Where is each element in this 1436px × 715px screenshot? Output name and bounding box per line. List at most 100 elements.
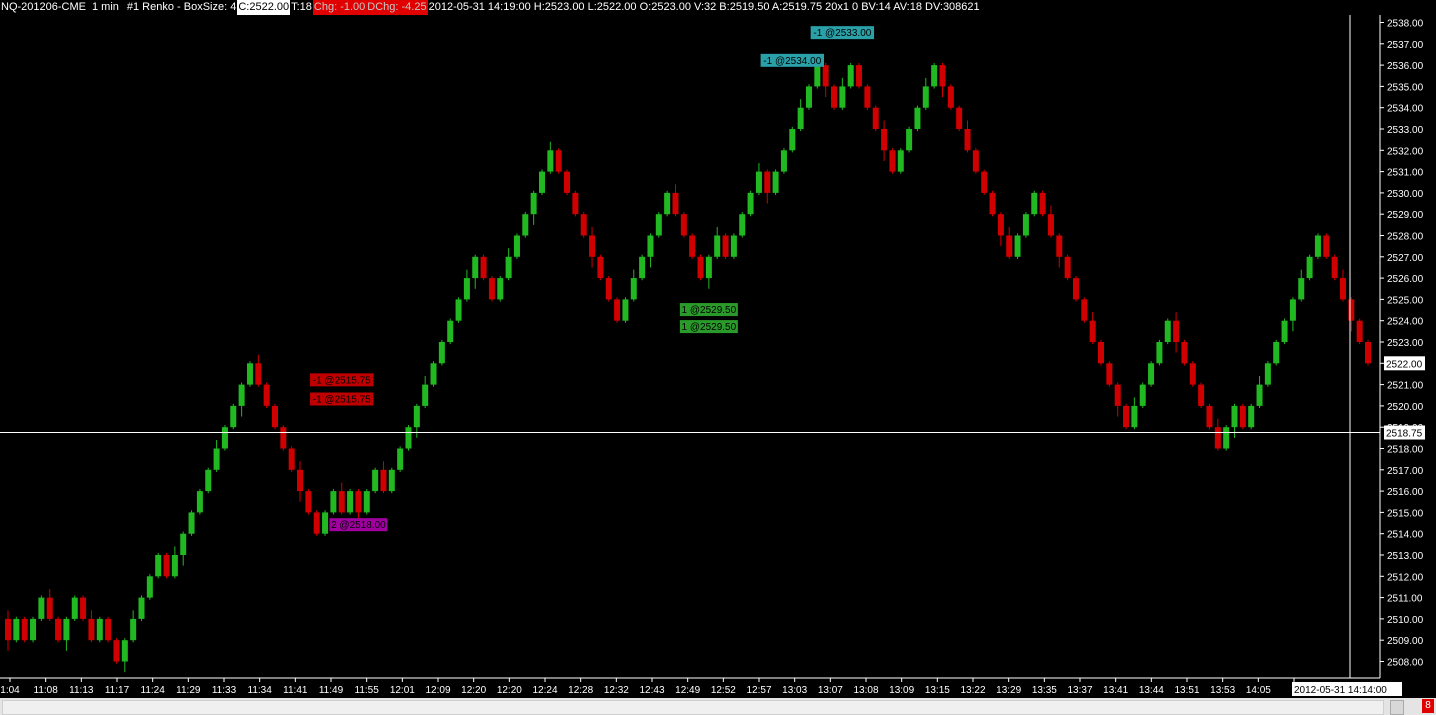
- candle-body: [522, 214, 529, 236]
- candle-body: [1072, 278, 1079, 300]
- candle-body: [130, 618, 137, 641]
- candle-body: [714, 235, 721, 257]
- candle-body: [438, 342, 445, 364]
- candle-body: [171, 555, 178, 577]
- price-tick-label: 2536.00: [1387, 61, 1424, 72]
- price-tick-label: 2508.00: [1387, 658, 1424, 669]
- candle-body: [1339, 278, 1346, 300]
- time-tick-label: 13:37: [1067, 685, 1092, 696]
- candle-body: [355, 491, 362, 513]
- candle-body: [463, 278, 470, 300]
- candle-body: [96, 618, 103, 641]
- price-tick-label: 2526.00: [1387, 274, 1424, 285]
- candle-body: [1264, 363, 1271, 385]
- price-tick-label: 2514.00: [1387, 530, 1424, 541]
- candle-body: [221, 427, 228, 449]
- candle-body: [188, 512, 195, 534]
- price-tick-label: 2510.00: [1387, 615, 1424, 626]
- candle-body: [372, 469, 379, 492]
- time-tick-label: 13:41: [1103, 685, 1128, 696]
- candle-body: [1173, 320, 1180, 342]
- candle-body: [1156, 342, 1163, 364]
- candle-body: [1281, 320, 1288, 342]
- trade-tag-label: -1 @2534.00: [763, 56, 821, 67]
- price-tick-label: 2535.00: [1387, 82, 1424, 93]
- candle-body: [388, 469, 395, 492]
- candle-body: [55, 618, 62, 641]
- candle-body: [1047, 214, 1054, 236]
- candle-body: [1031, 192, 1038, 215]
- price-tick-label: 2528.00: [1387, 232, 1424, 243]
- candle-body: [1248, 405, 1255, 428]
- candle-body: [597, 256, 604, 279]
- time-axis[interactable]: 1:04 11:08 11:13 11:17 11:24 11:29 11:33 11:34 1…: [0, 677, 1380, 696]
- candle-body: [1056, 235, 1063, 257]
- candle-body: [931, 65, 938, 87]
- candle-body: [1223, 427, 1230, 449]
- candle-body: [271, 405, 278, 428]
- time-tick-label: 12:43: [639, 685, 664, 696]
- candle-body: [530, 192, 537, 215]
- candle-body: [513, 235, 520, 257]
- candle-body: [697, 256, 704, 279]
- price-tick-label: 2531.00: [1387, 168, 1424, 179]
- candle-body: [564, 171, 571, 193]
- candle-body: [1006, 235, 1013, 257]
- time-tick-label: 11:24: [141, 685, 166, 696]
- time-tick-label: 12:01: [390, 685, 415, 696]
- trade-tag-label: 2 @2518.00: [331, 520, 386, 531]
- candle-body: [764, 171, 771, 193]
- candle-body: [1331, 256, 1338, 279]
- candle-body: [747, 192, 754, 215]
- candle-body: [363, 491, 370, 513]
- candle-body: [947, 86, 954, 108]
- candle-body: [864, 86, 871, 108]
- scrollbar-thumb[interactable]: [1390, 700, 1404, 715]
- candle-body: [497, 278, 504, 300]
- time-tick-label: 13:09: [889, 685, 914, 696]
- candle-body: [163, 555, 170, 577]
- candle-body: [38, 597, 45, 619]
- crosshair-price-marker: 2518.75: [1384, 425, 1425, 440]
- candle-body: [1298, 278, 1305, 300]
- time-tick-label: 13:22: [960, 685, 985, 696]
- time-tick-label: 12:49: [675, 685, 700, 696]
- time-tick-label: 12:24: [532, 685, 557, 696]
- candle-body: [1214, 427, 1221, 449]
- candle-body: [46, 597, 53, 619]
- price-tick-label: 2517.00: [1387, 466, 1424, 477]
- price-tick-label: 2521.00: [1387, 381, 1424, 392]
- candle-body: [822, 65, 829, 87]
- candle-body: [780, 150, 787, 172]
- candle-body: [589, 235, 596, 257]
- candle-body: [831, 86, 838, 108]
- candle-body: [13, 618, 20, 641]
- candle-body: [21, 618, 28, 641]
- candles-layer: [5, 62, 1371, 673]
- candle-body: [196, 491, 203, 513]
- price-tick-label: 2520.00: [1387, 402, 1424, 413]
- candle-body: [647, 235, 654, 257]
- time-tick-label: 11:41: [283, 685, 308, 696]
- candle-body: [397, 448, 404, 470]
- candle-body: [121, 640, 128, 662]
- candle-body: [5, 618, 11, 641]
- price-tick-label: 2515.00: [1387, 508, 1424, 519]
- candle-body: [956, 107, 963, 129]
- horizontal-scrollbar[interactable]: [2, 700, 1384, 715]
- time-tick-label: 12:52: [711, 685, 736, 696]
- candle-body: [405, 427, 412, 449]
- candle-body: [730, 235, 737, 257]
- candle-body: [246, 363, 253, 385]
- candle-body: [897, 150, 904, 172]
- time-tick-label: 12:09: [425, 685, 450, 696]
- candle-body: [1022, 214, 1029, 236]
- renko-chart[interactable]: -1 @2533.00 -1 @2534.00 1 @2529.50 1 @2529.…: [0, 0, 1436, 698]
- candle-body: [1189, 363, 1196, 385]
- price-axis[interactable]: 2508.00 2509.00 2510.00 2511.00 2512.00 2513.…: [1379, 15, 1424, 678]
- candle-body: [1131, 405, 1138, 428]
- price-tick-label: 2511.00: [1387, 594, 1423, 605]
- time-tick-label: 13:51: [1174, 685, 1199, 696]
- time-tick-label: 11:13: [69, 685, 94, 696]
- candle-body: [1198, 384, 1205, 406]
